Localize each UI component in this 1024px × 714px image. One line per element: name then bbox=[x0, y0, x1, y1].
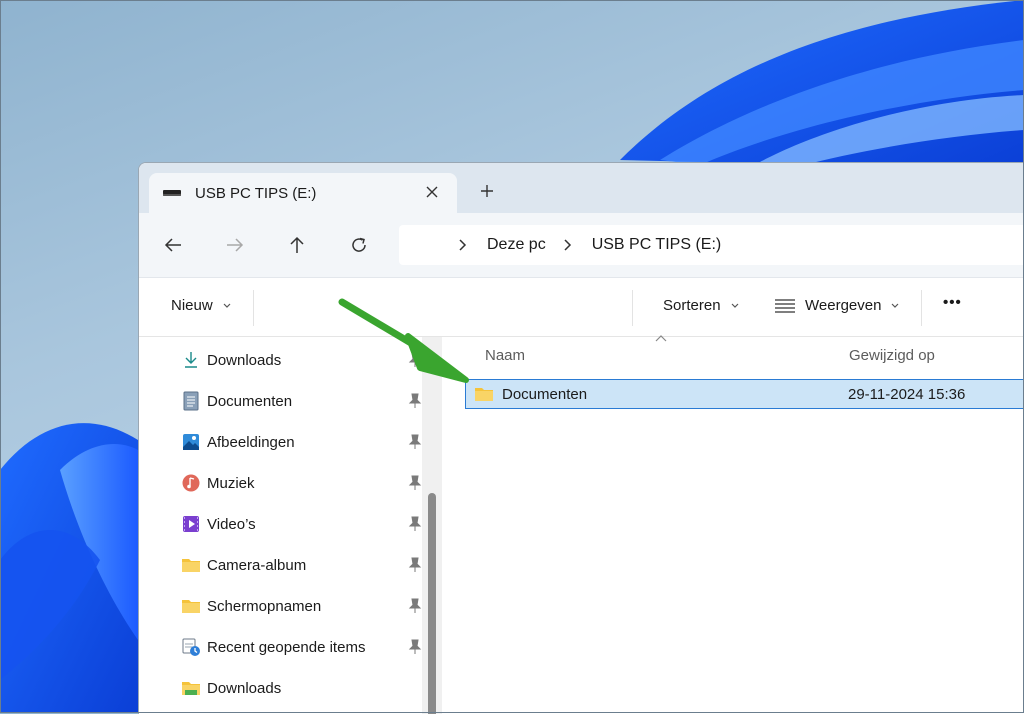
toolbar-divider bbox=[253, 290, 254, 326]
more-options-button[interactable]: ••• bbox=[943, 294, 962, 311]
pin-icon[interactable] bbox=[408, 639, 422, 655]
arrow-up-icon[interactable] bbox=[283, 231, 311, 259]
sidebar-item-label: Downloads bbox=[207, 679, 282, 697]
sidebar-scrollbar[interactable] bbox=[422, 337, 442, 714]
pin-icon[interactable] bbox=[408, 557, 422, 573]
tab-usb-drive[interactable]: USB PC TIPS (E:) bbox=[149, 173, 457, 213]
file-modified: 29-11-2024 15:36 bbox=[848, 385, 966, 403]
sidebar-item-afbeeldingen[interactable]: Afbeeldingen bbox=[181, 430, 422, 454]
navigation-pane: Downloads Documenten Afbeeldingen Muziek bbox=[139, 337, 422, 714]
sidebar-item-label: Downloads bbox=[207, 351, 282, 369]
pin-icon[interactable] bbox=[408, 516, 422, 532]
pin-icon[interactable] bbox=[408, 393, 422, 409]
sidebar-item-documenten[interactable]: Documenten bbox=[181, 389, 422, 413]
sidebar-item-downloads-folder[interactable]: Downloads bbox=[181, 676, 421, 700]
arrow-left-icon[interactable] bbox=[159, 231, 187, 259]
file-name: Documenten bbox=[502, 385, 588, 403]
close-icon[interactable] bbox=[421, 181, 443, 203]
scrollbar-thumb[interactable] bbox=[428, 493, 436, 714]
pin-icon[interactable] bbox=[408, 598, 422, 614]
address-bar[interactable]: Deze pc USB PC TIPS (E:) bbox=[399, 225, 1024, 265]
command-bar: Nieuw Sorteren Weergeven ••• bbox=[139, 278, 1024, 337]
pin-icon[interactable] bbox=[408, 475, 422, 491]
navigation-bar: Deze pc USB PC TIPS (E:) bbox=[139, 213, 1024, 278]
video-icon bbox=[181, 514, 201, 534]
sidebar-item-recent[interactable]: Recent geopende items bbox=[181, 635, 422, 659]
pin-icon[interactable] bbox=[408, 434, 422, 450]
chevron-down-icon bbox=[731, 303, 738, 308]
chevron-right-icon[interactable] bbox=[459, 239, 469, 251]
sort-ascending-icon bbox=[655, 335, 667, 342]
toolbar-divider bbox=[921, 290, 922, 326]
folder-icon bbox=[181, 678, 201, 698]
view-label: Weergeven bbox=[805, 297, 882, 314]
sidebar-item-label: Afbeeldingen bbox=[207, 433, 295, 451]
folder-icon bbox=[474, 386, 494, 402]
breadcrumb-usb-drive[interactable]: USB PC TIPS (E:) bbox=[592, 236, 722, 254]
column-header-modified[interactable]: Gewijzigd op bbox=[849, 347, 935, 364]
sidebar-item-label: Muziek bbox=[207, 474, 255, 492]
sidebar-item-label: Camera-album bbox=[207, 556, 307, 574]
document-icon bbox=[181, 391, 201, 411]
sidebar-item-label: Documenten bbox=[207, 392, 293, 410]
tab-bar: USB PC TIPS (E:) bbox=[139, 163, 1024, 213]
breadcrumb-deze-pc[interactable]: Deze pc bbox=[487, 236, 546, 254]
file-explorer-window: USB PC TIPS (E:) Deze pc USB PC TIPS (E:… bbox=[138, 162, 1024, 714]
chevron-down-icon bbox=[892, 303, 899, 308]
column-header-name[interactable]: Naam bbox=[485, 347, 525, 364]
file-row[interactable]: Documenten 29-11-2024 15:36 bbox=[465, 379, 1024, 409]
view-button[interactable]: Weergeven bbox=[775, 297, 899, 314]
chevron-down-icon bbox=[223, 303, 231, 308]
annotation-arrow-icon bbox=[338, 298, 469, 383]
list-view-icon bbox=[775, 298, 795, 313]
new-tab-icon[interactable] bbox=[475, 179, 499, 203]
sidebar-item-muziek[interactable]: Muziek bbox=[181, 471, 422, 495]
sidebar-item-label: Schermopnamen bbox=[207, 597, 322, 615]
usb-drive-icon bbox=[163, 190, 181, 196]
recent-icon bbox=[181, 637, 201, 657]
sidebar-item-camera-album[interactable]: Camera-album bbox=[181, 553, 422, 577]
toolbar-divider bbox=[632, 290, 633, 326]
sidebar-item-label: Recent geopende items bbox=[207, 638, 366, 656]
sidebar-item-label: Video’s bbox=[207, 515, 256, 533]
picture-icon bbox=[181, 432, 201, 452]
sidebar-item-schermopnamen[interactable]: Schermopnamen bbox=[181, 594, 422, 618]
music-icon bbox=[181, 473, 201, 493]
arrow-right-icon[interactable] bbox=[221, 231, 249, 259]
refresh-icon[interactable] bbox=[345, 231, 373, 259]
sort-button[interactable]: Sorteren bbox=[663, 297, 739, 314]
sort-label: Sorteren bbox=[663, 297, 721, 314]
download-icon bbox=[181, 350, 201, 370]
new-button[interactable]: Nieuw bbox=[171, 297, 231, 314]
folder-icon bbox=[181, 555, 201, 575]
folder-icon bbox=[181, 596, 201, 616]
sidebar-item-videos[interactable]: Video’s bbox=[181, 512, 422, 536]
chevron-right-icon[interactable] bbox=[564, 239, 574, 251]
file-list: Naam Gewijzigd op Documenten 29-11-2024 … bbox=[443, 335, 1024, 714]
new-label: Nieuw bbox=[171, 297, 213, 314]
tab-title: USB PC TIPS (E:) bbox=[195, 184, 317, 202]
